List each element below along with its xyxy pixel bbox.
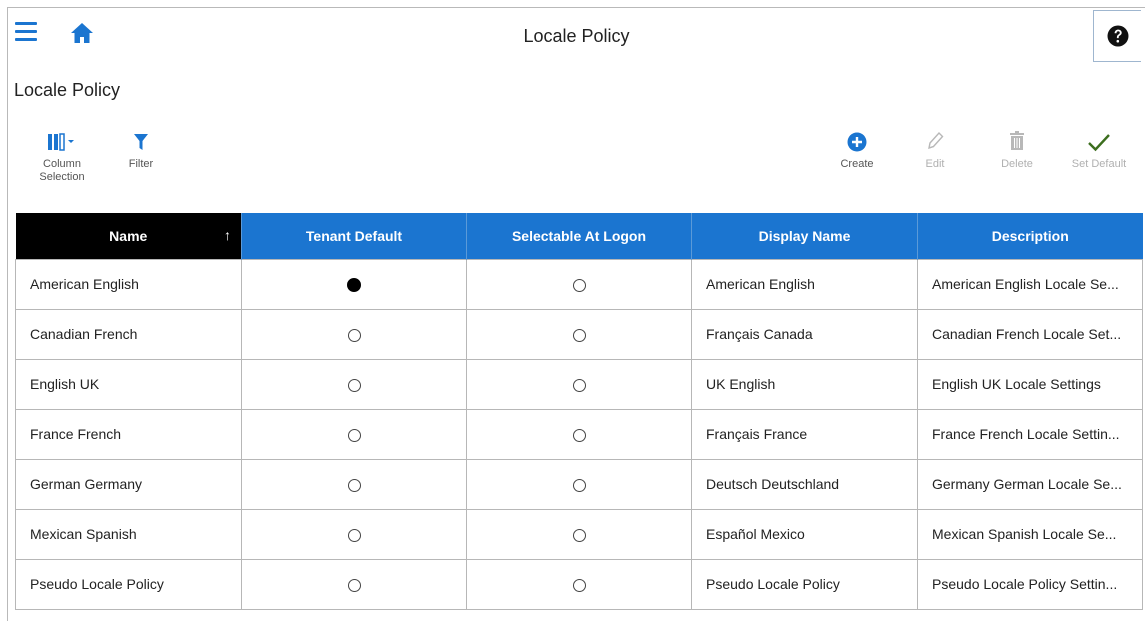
check-icon — [1062, 126, 1136, 152]
columns-icon — [24, 126, 100, 152]
trash-icon — [992, 126, 1042, 152]
cell-display-name: Deutsch Deutschland — [691, 458, 918, 510]
cell-description: English UK Locale Settings — [917, 358, 1143, 410]
help-icon — [1107, 25, 1128, 47]
radio-unselected-icon[interactable] — [572, 528, 586, 542]
cell-description: Germany German Locale Se... — [917, 458, 1143, 510]
table-row[interactable]: Mexican Spanish Español Mexico Mexican Spa… — [15, 508, 1143, 560]
column-selection-button[interactable]: Column Selection — [24, 126, 100, 184]
table-row[interactable]: France French Français France France Frenc… — [15, 408, 1143, 460]
radio-unselected-icon[interactable] — [347, 528, 361, 542]
add-circle-icon — [832, 126, 882, 152]
table-row[interactable]: Canadian French Français Canada Canadian F… — [15, 308, 1143, 360]
cell-tenant-default — [241, 408, 467, 460]
cell-display-name: Español Mexico — [691, 508, 918, 560]
locale-policy-table: Name ↑ Tenant Default Selectable At Logon… — [15, 213, 1143, 610]
set-default-label: Set Default — [1071, 158, 1127, 170]
cell-selectable-at-logon — [466, 508, 692, 560]
cell-name: Canadian French — [15, 308, 242, 360]
radio-unselected-icon[interactable] — [572, 278, 586, 292]
column-header-selectable-at-logon[interactable]: Selectable At Logon — [466, 213, 692, 259]
create-button[interactable]: Create — [832, 126, 882, 171]
cell-description: Pseudo Locale Policy Settin... — [917, 558, 1143, 610]
cell-display-name: Français Canada — [691, 308, 918, 360]
cell-name: Mexican Spanish — [15, 508, 242, 560]
radio-unselected-icon[interactable] — [572, 328, 586, 342]
column-header-description[interactable]: Description — [917, 213, 1143, 259]
radio-unselected-icon[interactable] — [572, 378, 586, 392]
table-row[interactable]: English UK UK English English UK Locale Se… — [15, 358, 1143, 410]
cell-name: Pseudo Locale Policy — [15, 558, 242, 610]
cell-tenant-default — [241, 558, 467, 610]
radio-unselected-icon[interactable] — [347, 428, 361, 442]
cell-description: American English Locale Se... — [917, 258, 1143, 310]
cell-name: France French — [15, 408, 242, 460]
cell-selectable-at-logon — [466, 458, 692, 510]
create-label: Create — [840, 158, 874, 170]
sort-ascending-icon: ↑ — [224, 227, 231, 243]
app-title: Locale Policy — [523, 26, 630, 46]
cell-tenant-default — [241, 258, 467, 310]
cell-display-name: UK English — [691, 358, 918, 410]
cell-display-name: Français France — [691, 408, 918, 460]
cell-tenant-default — [241, 308, 467, 360]
set-default-button[interactable]: Set Default — [1062, 126, 1136, 171]
cell-name: American English — [15, 258, 242, 310]
cell-selectable-at-logon — [466, 358, 692, 410]
filter-icon — [118, 126, 164, 152]
table-row[interactable]: American English American English American… — [15, 258, 1143, 310]
radio-unselected-icon[interactable] — [572, 478, 586, 492]
table-row[interactable]: Pseudo Locale Policy Pseudo Locale Policy… — [15, 558, 1143, 610]
column-header-display-name[interactable]: Display Name — [691, 213, 918, 259]
cell-selectable-at-logon — [466, 308, 692, 360]
page-title: Locale Policy — [14, 80, 121, 100]
table-header-row: Name ↑ Tenant Default Selectable At Logon… — [15, 213, 1143, 259]
top-bar: Locale Policy — [8, 8, 1145, 64]
radio-unselected-icon[interactable] — [347, 328, 361, 342]
cell-display-name: American English — [691, 258, 918, 310]
cell-tenant-default — [241, 358, 467, 410]
cell-display-name: Pseudo Locale Policy — [691, 558, 918, 610]
cell-description: Mexican Spanish Locale Se... — [917, 508, 1143, 560]
table-row[interactable]: German Germany Deutsch Deutschland Germany… — [15, 458, 1143, 510]
radio-unselected-icon[interactable] — [572, 578, 586, 592]
radio-unselected-icon[interactable] — [347, 578, 361, 592]
cell-tenant-default — [241, 508, 467, 560]
cell-description: Canadian French Locale Set... — [917, 308, 1143, 360]
radio-unselected-icon[interactable] — [347, 378, 361, 392]
cell-selectable-at-logon — [466, 558, 692, 610]
column-selection-label: Column Selection — [39, 158, 85, 183]
cell-description: France French Locale Settin... — [917, 408, 1143, 460]
cell-name: English UK — [15, 358, 242, 410]
delete-button[interactable]: Delete — [992, 126, 1042, 171]
delete-label: Delete — [1001, 158, 1033, 170]
cell-name: German Germany — [15, 458, 242, 510]
edit-label: Edit — [925, 158, 945, 170]
filter-label: Filter — [128, 158, 154, 170]
radio-selected-icon[interactable] — [347, 278, 361, 293]
pencil-icon — [912, 126, 958, 152]
cell-tenant-default — [241, 458, 467, 510]
column-header-name[interactable]: Name ↑ — [15, 213, 242, 259]
radio-unselected-icon[interactable] — [572, 428, 586, 442]
edit-button[interactable]: Edit — [912, 126, 958, 171]
cell-selectable-at-logon — [466, 258, 692, 310]
help-button[interactable] — [1093, 10, 1141, 62]
filter-button[interactable]: Filter — [118, 126, 164, 171]
cell-selectable-at-logon — [466, 408, 692, 460]
radio-unselected-icon[interactable] — [347, 478, 361, 492]
column-header-tenant-default[interactable]: Tenant Default — [241, 213, 467, 259]
